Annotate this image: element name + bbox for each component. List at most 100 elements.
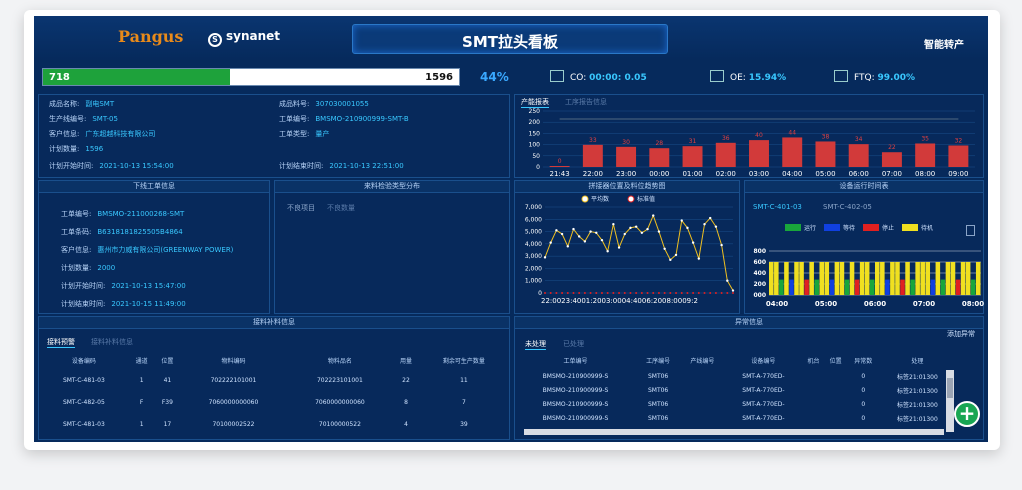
document-icon[interactable]	[966, 225, 975, 236]
column-header[interactable]: 通道	[129, 351, 155, 369]
synanet-logo: Ssynanet	[208, 29, 280, 47]
column-header[interactable]: 异常数	[847, 351, 880, 369]
table-cell: 标签21:01300	[897, 415, 938, 423]
baseline-point	[595, 292, 598, 294]
info-value: 1596	[85, 145, 104, 153]
column-header[interactable]: 位置	[155, 351, 181, 369]
column-header[interactable]: 工单编号	[515, 351, 636, 369]
column-header[interactable]: 处理	[880, 351, 955, 369]
column-header[interactable]: 物料编码	[180, 351, 286, 369]
smart-changeover-button[interactable]: 智能转产	[924, 36, 964, 51]
trend-point	[669, 258, 672, 262]
runtime-bar	[885, 279, 890, 295]
trend-point	[549, 241, 552, 244]
baseline-point	[555, 292, 558, 294]
baseline-point	[714, 292, 717, 294]
table-cell: BMSMO-210900999-S	[542, 372, 609, 380]
trend-point	[560, 232, 564, 236]
kpi-oe: OE: 15.94%	[710, 70, 786, 83]
column-header[interactable]: 产线编号	[680, 351, 724, 369]
table-cell: SMT-C-481-03	[62, 420, 105, 428]
trend-point	[646, 227, 649, 231]
add-abnormal-link[interactable]: 添加异常	[947, 329, 975, 339]
table-cell: BMSMO-210900999-S	[542, 400, 609, 408]
ftq-value: 99.00%	[877, 73, 916, 83]
y-tick-label: 800	[753, 248, 766, 255]
table-cell: 11	[460, 376, 468, 384]
legend-item: 停止	[863, 223, 894, 232]
abnormal-row[interactable]: BMSMO-210900999-S SMT06 SMT-A-770ED- 0 标签21:…	[515, 411, 955, 425]
baseline-point	[589, 292, 592, 294]
tab-unprocessed[interactable]: 未处理	[525, 339, 546, 350]
runtime-bar	[839, 262, 845, 295]
table-cell: SMT-C-482-05	[62, 398, 105, 406]
x-tick-label: 09:00	[948, 170, 968, 178]
tab-processed[interactable]: 已处理	[563, 339, 584, 349]
runtime-bar	[900, 279, 905, 295]
baseline-point	[612, 292, 615, 294]
baseline-point	[629, 292, 632, 294]
y-tick-label: 5,000	[525, 229, 542, 236]
baseline-point	[697, 292, 700, 294]
material-inspection-title: 来料检验类型分布	[275, 181, 509, 193]
abnormal-row[interactable]: BMSMO-210900999-S SMT06 SMT-A-770ED- 0 标签21:…	[515, 397, 955, 411]
y-tick-label: 4,000	[525, 241, 542, 248]
column-header[interactable]: 物料品名	[287, 351, 393, 369]
table-cell: 70100002522	[212, 420, 255, 428]
tab-machine-2[interactable]: SMT-C-402-05	[823, 203, 872, 211]
trend-line	[544, 214, 734, 291]
output-chart-panel: 产能报表 工序报告信息 250 200 150 100 50 0 0 21:43 33 22:00…	[514, 94, 984, 178]
tab-process-report[interactable]: 工序报告信息	[565, 97, 607, 107]
add-button[interactable]: +	[954, 401, 980, 427]
feeder-row[interactable]: SMT-C-481-03 1 41 702222101001 702223101001 2…	[39, 369, 509, 391]
column-header[interactable]: 机台	[802, 351, 824, 369]
info-value: BMSMO-210900999-SMT-B	[315, 115, 409, 123]
tab-feeder-warning[interactable]: 接料预警	[47, 337, 75, 348]
abnormal-row[interactable]: BMSMO-210900999-S SMT06 SMT-A-770ED- 0 标签21:…	[515, 369, 955, 383]
abnormal-row[interactable]: BMSMO-210900999-S SMT06 SMT-A-770ED- 0 标签21:…	[515, 383, 955, 397]
output-bar	[948, 145, 969, 167]
next-order-title: 下线工单信息	[39, 181, 269, 193]
baseline-point	[680, 292, 683, 294]
trend-point	[703, 223, 706, 226]
next-key: 计划数量:	[61, 264, 92, 272]
feeder-row[interactable]: SMT-C-482-05 F F39 7060000000060 70600000000…	[39, 391, 509, 413]
tab-feeder-info[interactable]: 接料补料信息	[91, 337, 133, 347]
baseline-point	[726, 292, 729, 294]
trend-point	[697, 257, 701, 260]
info-item: 生产线编号: SMT-05	[49, 114, 118, 124]
table-cell: BMSMO-210900999-S	[542, 414, 609, 422]
output-bar	[782, 137, 803, 167]
runtime-bar	[769, 262, 774, 295]
scroll-thumb[interactable]	[947, 378, 953, 398]
progress-fill	[43, 69, 231, 85]
feeder-row[interactable]: SMT-C-481-03 1 17 70100002522 70100000522 4 39	[39, 413, 509, 435]
column-header[interactable]: 工序编号	[636, 351, 680, 369]
baseline-point	[606, 292, 609, 294]
trend-point	[652, 214, 655, 217]
bar-value-label: 33	[589, 137, 597, 144]
tab-machine-1[interactable]: SMT-C-401-03	[753, 203, 802, 211]
table-cell	[825, 397, 847, 411]
runtime-bar	[960, 262, 966, 295]
bar-value-label: 22	[888, 144, 896, 151]
column-header[interactable]: 剩余可生产数量	[419, 351, 509, 369]
x-tick-label: 00:00	[649, 170, 669, 178]
horizontal-scrollbar[interactable]	[524, 429, 944, 435]
table-cell: 22	[402, 376, 410, 384]
legend-label: 平均数	[591, 195, 609, 203]
co-icon	[550, 70, 564, 82]
info-item: 客户信息: 广东超越科技有限公司	[49, 129, 155, 139]
baseline-point	[709, 292, 712, 294]
x-tick-label: 04:00	[766, 300, 788, 308]
column-header[interactable]: 用量	[393, 351, 419, 369]
column-header[interactable]: 设备编码	[39, 351, 129, 369]
baseline-point	[549, 292, 552, 294]
progress-total: 1596	[425, 72, 453, 83]
output-bar	[616, 146, 637, 167]
baseline-point	[578, 292, 581, 294]
column-header[interactable]: 位置	[825, 351, 847, 369]
column-header[interactable]: 设备编号	[724, 351, 802, 369]
table-cell: 1	[139, 420, 144, 428]
vertical-scrollbar[interactable]	[946, 370, 954, 432]
